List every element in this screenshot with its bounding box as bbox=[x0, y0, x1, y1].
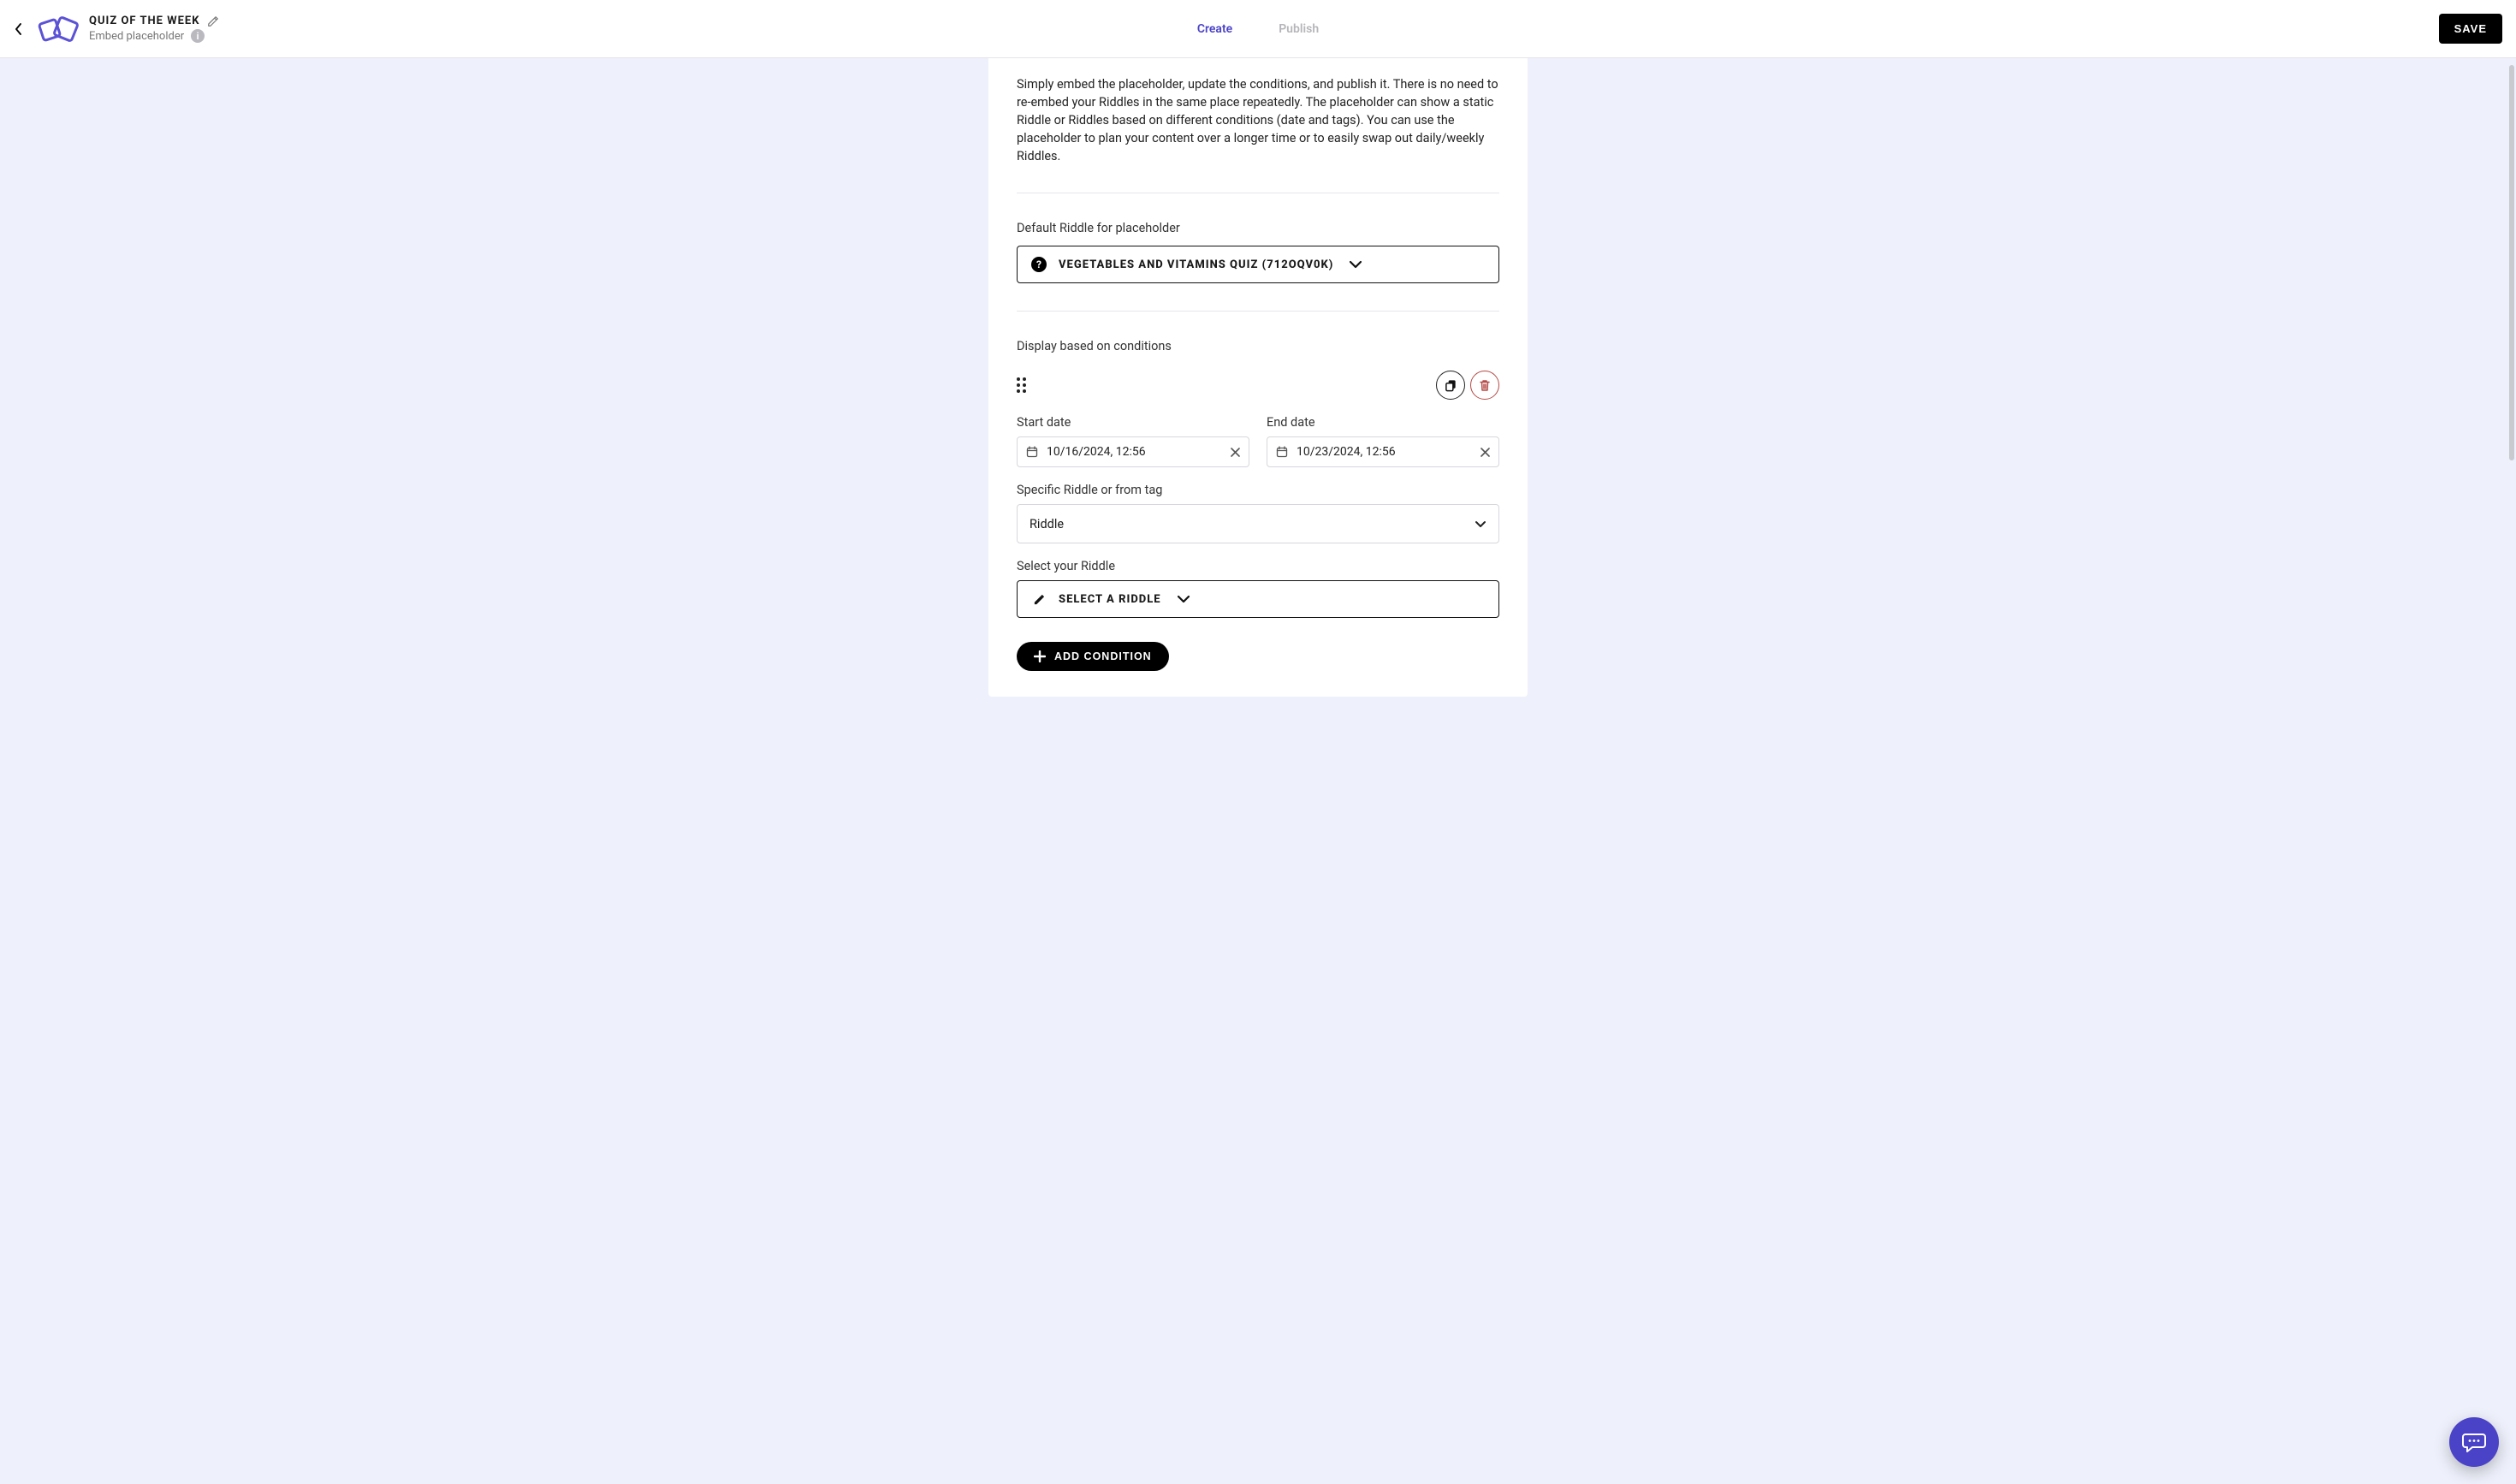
delete-condition-button[interactable] bbox=[1470, 371, 1499, 400]
plus-icon bbox=[1034, 650, 1046, 662]
add-condition-button[interactable]: ADD CONDITION bbox=[1017, 642, 1169, 671]
pencil-icon bbox=[1031, 591, 1047, 607]
condition-actions bbox=[1436, 371, 1499, 400]
chevron-down-icon bbox=[1349, 260, 1362, 269]
end-date-field: End date 10/23/2024, 12:56 bbox=[1267, 415, 1499, 467]
default-riddle-value: VEGETABLES AND VITAMINS QUIZ (712OQV0K) bbox=[1059, 258, 1333, 271]
editor-panel: Simply embed the placeholder, update the… bbox=[988, 58, 1528, 697]
close-icon bbox=[1231, 448, 1240, 457]
calendar-icon bbox=[1276, 446, 1288, 458]
clear-end-date[interactable] bbox=[1481, 448, 1490, 457]
scrollbar-thumb[interactable] bbox=[2509, 65, 2514, 460]
date-row: Start date 10/16/2024, 12:56 End bbox=[1017, 415, 1499, 467]
start-date-field: Start date 10/16/2024, 12:56 bbox=[1017, 415, 1249, 467]
page-title: QUIZ OF THE WEEK bbox=[89, 15, 200, 27]
add-condition-label: ADD CONDITION bbox=[1054, 650, 1152, 662]
conditions-label: Display based on conditions bbox=[1017, 339, 1499, 353]
select-riddle-label: Select your Riddle bbox=[1017, 559, 1499, 573]
chat-button[interactable] bbox=[2449, 1417, 2499, 1467]
scrollbar[interactable] bbox=[2509, 65, 2514, 1477]
back-button[interactable] bbox=[10, 21, 27, 38]
chevron-left-icon bbox=[15, 23, 22, 35]
start-date-input[interactable]: 10/16/2024, 12:56 bbox=[1017, 436, 1249, 467]
chevron-down-icon bbox=[1475, 520, 1486, 528]
app-logo[interactable] bbox=[36, 12, 80, 46]
source-value: Riddle bbox=[1030, 517, 1064, 531]
select-riddle-value: SELECT A RIDDLE bbox=[1059, 593, 1161, 606]
condition-header bbox=[1017, 371, 1499, 400]
condition-block: Start date 10/16/2024, 12:56 End bbox=[1017, 371, 1499, 671]
drag-handle[interactable] bbox=[1017, 377, 1026, 393]
header-right: SAVE bbox=[2439, 14, 2502, 44]
select-riddle-selector[interactable]: SELECT A RIDDLE bbox=[1017, 580, 1499, 618]
chat-icon bbox=[2462, 1431, 2486, 1453]
title-block: QUIZ OF THE WEEK Embed placeholder i bbox=[89, 15, 219, 43]
info-icon[interactable]: i bbox=[191, 29, 205, 43]
save-button[interactable]: SAVE bbox=[2439, 14, 2502, 44]
intro-text: Simply embed the placeholder, update the… bbox=[1017, 75, 1499, 165]
trash-icon bbox=[1479, 379, 1491, 392]
select-riddle-field: Select your Riddle SELECT A RIDDLE bbox=[1017, 559, 1499, 618]
main-viewport: Simply embed the placeholder, update the… bbox=[0, 58, 2516, 1484]
logo-icon bbox=[36, 13, 80, 45]
edit-title-button[interactable] bbox=[207, 15, 219, 27]
chevron-down-icon bbox=[1177, 595, 1190, 603]
start-date-value: 10/16/2024, 12:56 bbox=[1047, 445, 1222, 459]
source-field: Specific Riddle or from tag Riddle bbox=[1017, 483, 1499, 543]
calendar-icon bbox=[1026, 446, 1038, 458]
duplicate-condition-button[interactable] bbox=[1436, 371, 1465, 400]
copy-icon bbox=[1445, 379, 1457, 392]
end-date-value: 10/23/2024, 12:56 bbox=[1297, 445, 1472, 459]
tab-create[interactable]: Create bbox=[1197, 22, 1232, 36]
app-header: QUIZ OF THE WEEK Embed placeholder i Cre… bbox=[0, 0, 2516, 58]
start-date-label: Start date bbox=[1017, 415, 1249, 430]
divider bbox=[1017, 311, 1499, 312]
source-label: Specific Riddle or from tag bbox=[1017, 483, 1499, 497]
pencil-icon bbox=[207, 15, 219, 27]
source-select[interactable]: Riddle bbox=[1017, 504, 1499, 543]
default-riddle-label: Default Riddle for placeholder bbox=[1017, 221, 1499, 235]
tab-publish[interactable]: Publish bbox=[1279, 22, 1319, 36]
end-date-label: End date bbox=[1267, 415, 1499, 430]
default-riddle-selector[interactable]: ? VEGETABLES AND VITAMINS QUIZ (712OQV0K… bbox=[1017, 246, 1499, 283]
question-icon: ? bbox=[1031, 257, 1047, 272]
clear-start-date[interactable] bbox=[1231, 448, 1240, 457]
page-subtitle: Embed placeholder bbox=[89, 30, 184, 43]
close-icon bbox=[1481, 448, 1490, 457]
end-date-input[interactable]: 10/23/2024, 12:56 bbox=[1267, 436, 1499, 467]
